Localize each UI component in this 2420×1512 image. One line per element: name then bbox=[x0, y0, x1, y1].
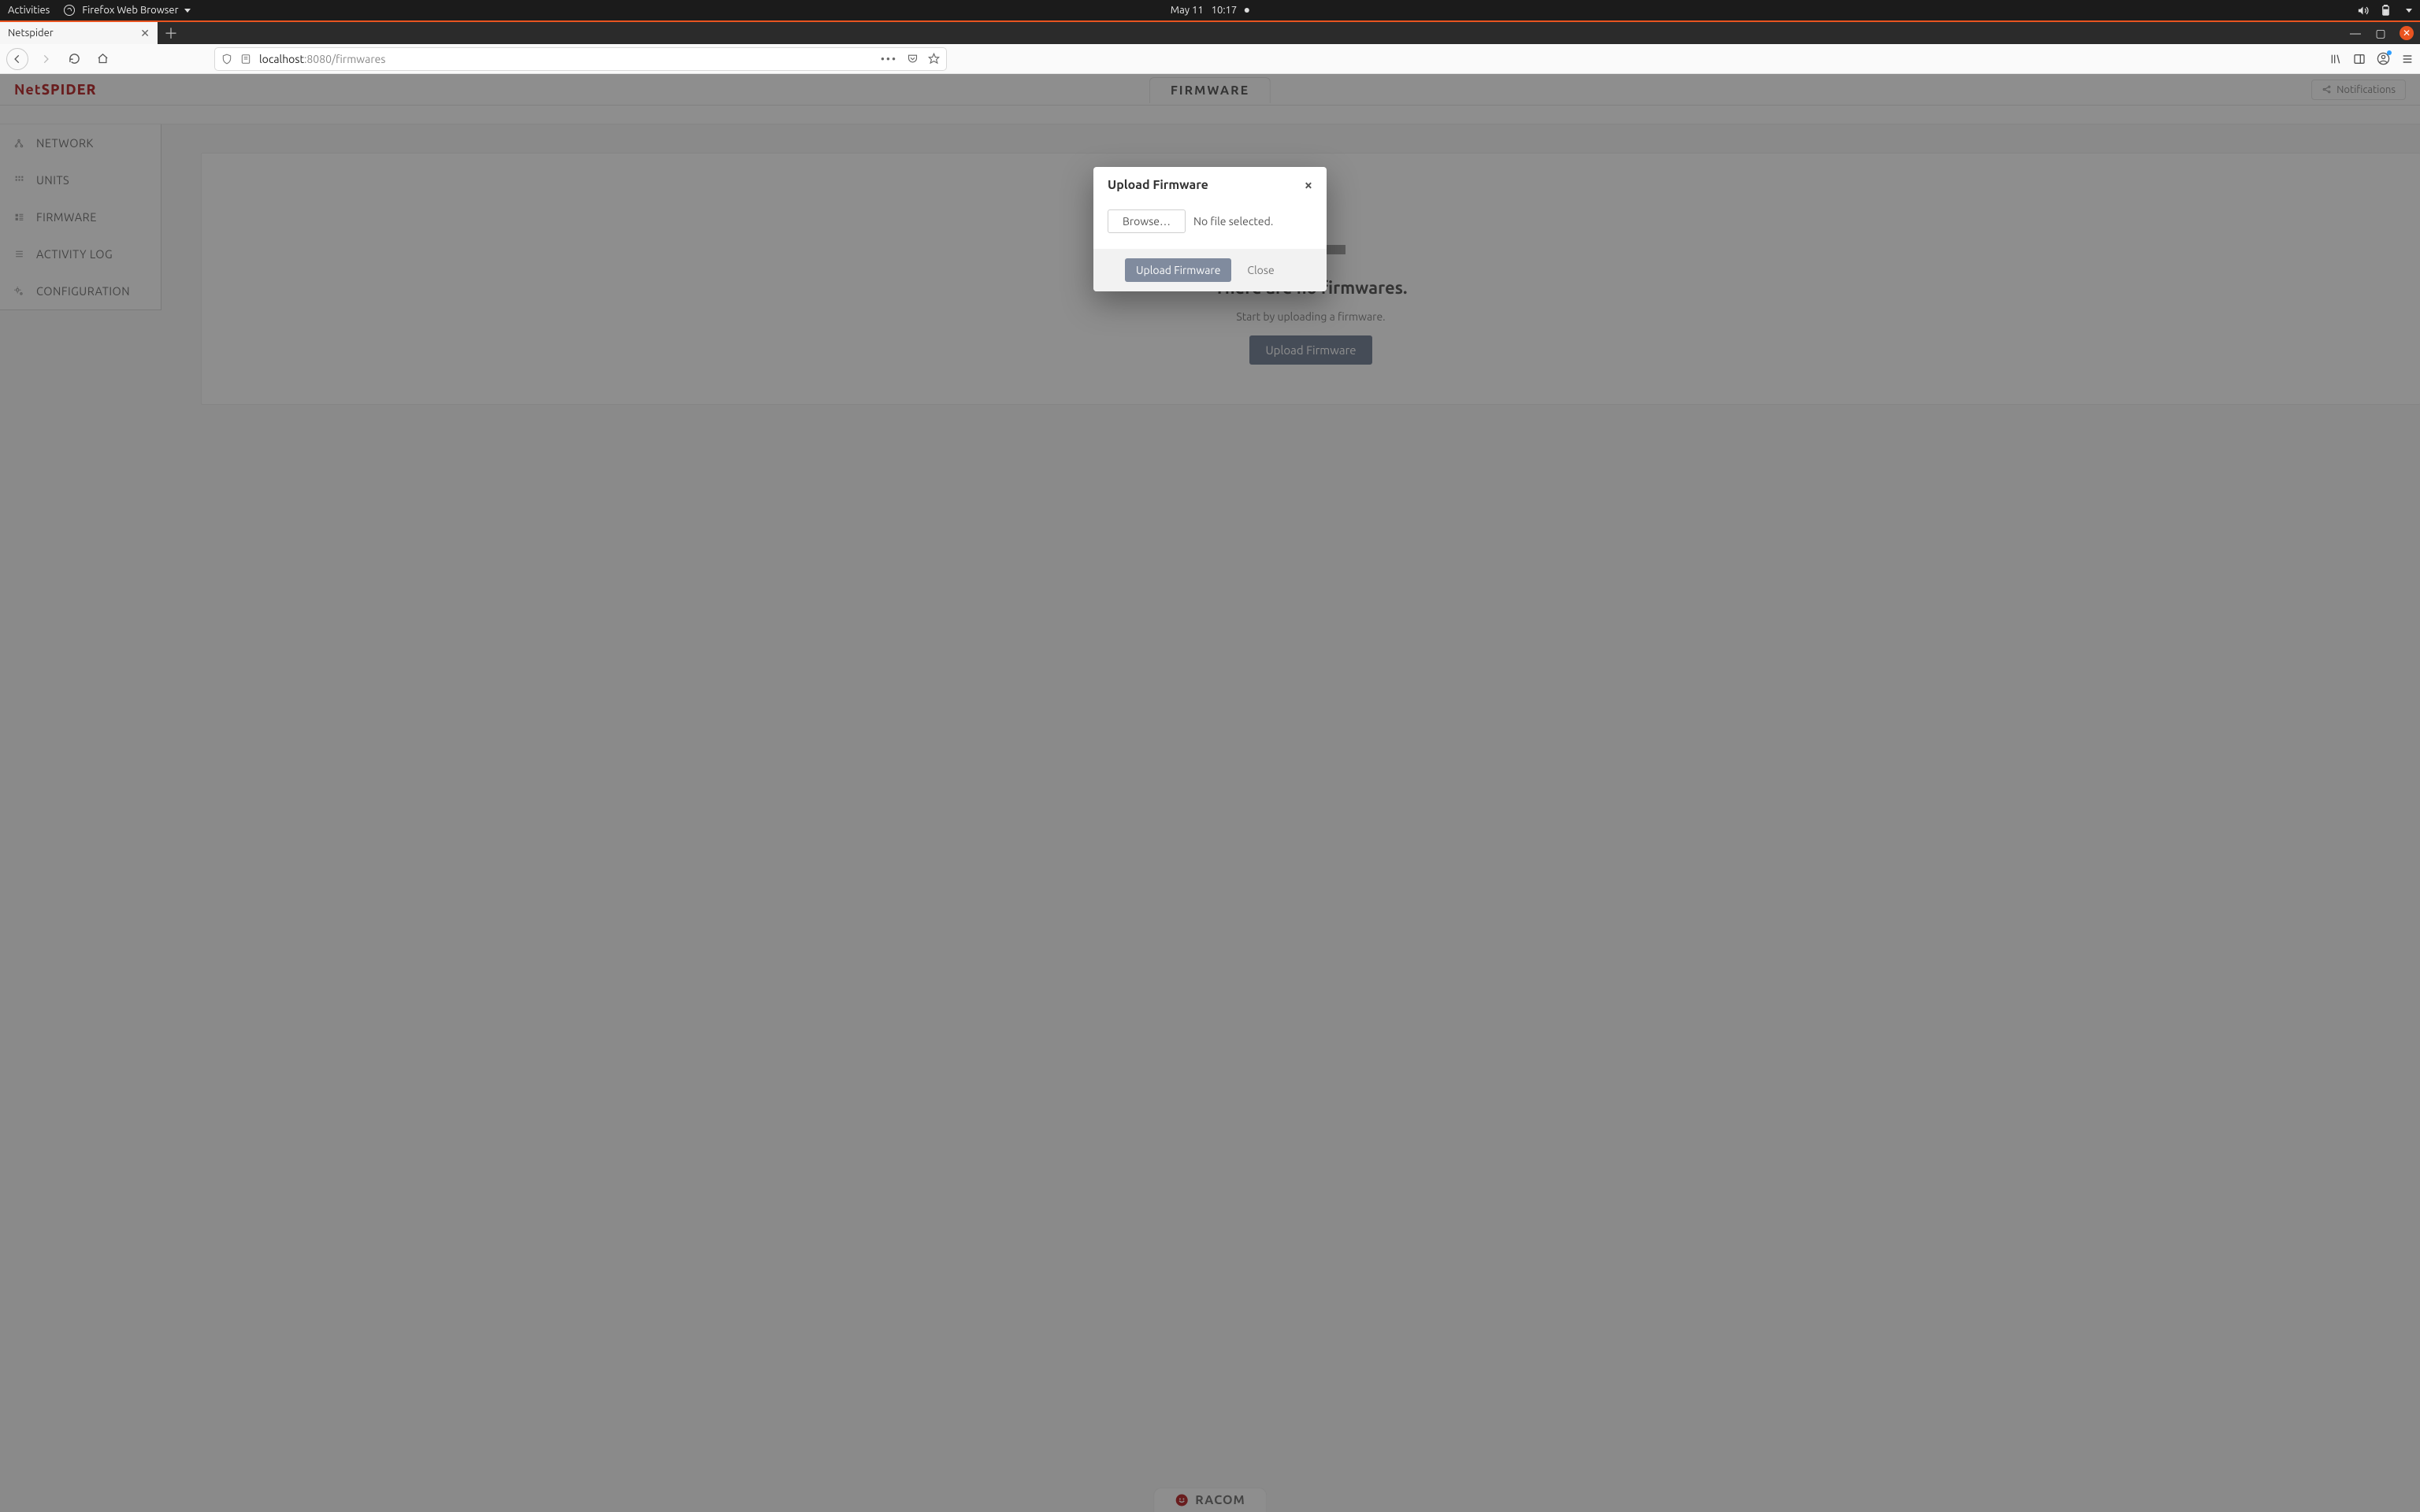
new-tab-button[interactable]: ＋ bbox=[158, 22, 184, 44]
window-close-icon[interactable]: ✕ bbox=[2400, 26, 2414, 40]
tab-title: Netspider bbox=[8, 28, 134, 39]
modal-close-icon[interactable]: × bbox=[1305, 178, 1312, 192]
chevron-down-icon bbox=[2406, 9, 2412, 13]
modal-title: Upload Firmware bbox=[1108, 178, 1208, 192]
reload-button[interactable] bbox=[63, 48, 85, 70]
account-notification-dot bbox=[2387, 50, 2392, 55]
notification-dot-icon bbox=[1245, 8, 1249, 13]
back-button[interactable] bbox=[6, 48, 28, 70]
battery-icon bbox=[2380, 5, 2392, 17]
modal-upload-button[interactable]: Upload Firmware bbox=[1125, 258, 1231, 282]
window-minimize-icon[interactable]: — bbox=[2349, 27, 2362, 39]
clock-time: 10:17 bbox=[1212, 5, 1238, 16]
app-menu[interactable]: Firefox Web Browser bbox=[64, 5, 190, 17]
close-tab-icon[interactable]: ✕ bbox=[140, 27, 150, 40]
bookmark-star-icon[interactable] bbox=[928, 53, 940, 65]
file-status-text: No file selected. bbox=[1193, 215, 1273, 228]
page-info-icon bbox=[240, 54, 251, 65]
volume-icon bbox=[2357, 5, 2369, 17]
browser-tab[interactable]: Netspider ✕ bbox=[0, 22, 158, 44]
window-maximize-icon[interactable]: ▢ bbox=[2374, 27, 2387, 39]
modal-close-button[interactable]: Close bbox=[1242, 263, 1279, 277]
upload-firmware-modal: Upload Firmware × Browse… No file select… bbox=[1093, 167, 1327, 291]
system-status-area[interactable] bbox=[2357, 5, 2412, 17]
firefox-icon bbox=[64, 5, 75, 16]
clock[interactable]: May 11 10:17 bbox=[1171, 5, 1249, 16]
hamburger-menu-icon[interactable] bbox=[2401, 53, 2414, 65]
shield-icon bbox=[221, 54, 232, 65]
home-button[interactable] bbox=[91, 48, 113, 70]
address-bar[interactable]: localhost:8080/firmwares ••• bbox=[214, 47, 947, 71]
page-viewport: NetSPIDER FIRMWARE Notifications NETWORK… bbox=[0, 74, 2420, 1512]
browse-button[interactable]: Browse… bbox=[1108, 209, 1186, 233]
library-icon[interactable] bbox=[2329, 53, 2342, 65]
sidebar-toggle-icon[interactable] bbox=[2353, 53, 2366, 65]
activities-button[interactable]: Activities bbox=[8, 5, 50, 16]
gnome-top-bar: Activities Firefox Web Browser May 11 10… bbox=[0, 0, 2420, 20]
account-icon[interactable] bbox=[2377, 52, 2390, 65]
page-actions-icon[interactable]: ••• bbox=[881, 53, 897, 65]
browser-toolbar: localhost:8080/firmwares ••• bbox=[0, 44, 2420, 74]
chevron-down-icon bbox=[184, 9, 191, 13]
forward-button[interactable] bbox=[35, 48, 57, 70]
url-text: localhost:8080/firmwares bbox=[259, 53, 385, 65]
clock-date: May 11 bbox=[1171, 5, 1204, 16]
pocket-icon[interactable] bbox=[907, 53, 919, 65]
browser-tab-strip: Netspider ✕ ＋ — ▢ ✕ bbox=[0, 20, 2420, 44]
app-menu-label: Firefox Web Browser bbox=[82, 5, 178, 16]
